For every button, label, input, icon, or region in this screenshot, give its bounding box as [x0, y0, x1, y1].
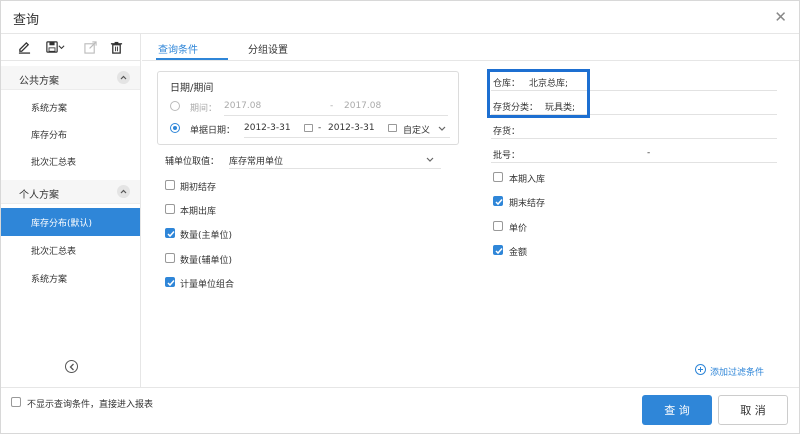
edit-icon[interactable] — [15, 38, 33, 56]
sidebar-item-personal-3[interactable]: 系统方案 — [1, 264, 140, 292]
period-radio[interactable] — [170, 101, 180, 111]
skip-query-label: 不显示查询条件，直接进入报表 — [27, 400, 154, 410]
period-to-input[interactable]: 2017.08 — [344, 101, 381, 111]
sidebar-item-label: 库存分布(默认) — [31, 219, 93, 229]
check-icon — [495, 248, 503, 255]
date-mode-select[interactable]: 自定义 — [403, 123, 430, 136]
closing-balance-checkbox[interactable] — [493, 196, 503, 206]
amount-checkbox[interactable] — [493, 245, 503, 255]
sidebar-item-personal-1[interactable]: 库存分布(默认) — [1, 208, 140, 236]
query-dialog: 查询 ✕ 公共方案 系统方案 库存分布 批次汇总表 个人方案 库存分布(默认) … — [0, 0, 800, 434]
sidebar-item-label: 系统方案 — [31, 104, 68, 114]
checkbox-label: 本期入库 — [509, 175, 546, 185]
period-outbound-checkbox[interactable] — [165, 204, 175, 214]
period-from-input[interactable]: 2017.08 — [224, 101, 261, 111]
highlight-box — [487, 69, 590, 118]
dialog-title: 查询 — [13, 13, 40, 28]
title-bar: 查询 ✕ — [1, 1, 799, 34]
chevron-down-icon[interactable] — [438, 126, 446, 132]
save-icon[interactable] — [43, 38, 67, 56]
close-icon[interactable]: ✕ — [774, 8, 787, 26]
trash-icon[interactable] — [107, 38, 125, 56]
aux-unit-label: 辅单位取值： — [165, 157, 220, 167]
document-date-label: 单据日期： — [190, 126, 236, 136]
check-icon — [167, 280, 175, 287]
public-scheme-header[interactable]: 公共方案 — [1, 66, 140, 90]
sidebar-item-label: 批次汇总表 — [31, 158, 77, 168]
share-icon[interactable] — [81, 38, 99, 56]
checkbox-label: 数量(辅单位) — [180, 256, 233, 266]
add-filter-link[interactable]: 添加过滤条件 — [710, 365, 764, 378]
chevron-up-icon[interactable] — [117, 185, 130, 198]
check-icon — [495, 199, 503, 206]
checkbox-label: 单价 — [509, 224, 528, 234]
checkbox-label: 金额 — [509, 248, 528, 258]
checkbox-label: 期初结存 — [180, 183, 217, 193]
checkbox-label: 数量(主单位) — [180, 231, 233, 241]
sidebar-item-label: 库存分布 — [31, 131, 68, 141]
batch-label: 批号： — [493, 151, 521, 161]
public-scheme-label: 公共方案 — [19, 76, 59, 87]
checkbox-label: 期末结存 — [509, 199, 546, 209]
sidebar-item-public-3[interactable]: 批次汇总表 — [1, 147, 140, 175]
scheme-toolbar — [1, 34, 140, 61]
period-inbound-checkbox[interactable] — [493, 172, 503, 182]
period-label: 期间： — [190, 104, 218, 114]
calendar-icon[interactable] — [388, 124, 397, 132]
tab-group-settings[interactable]: 分组设置 — [248, 41, 288, 56]
tab-query-conditions[interactable]: 查询条件 — [158, 41, 198, 56]
chevron-down-icon — [58, 44, 64, 49]
unit-combination-checkbox[interactable] — [165, 277, 175, 287]
personal-scheme-header[interactable]: 个人方案 — [1, 180, 140, 204]
period-separator: - — [330, 101, 334, 111]
date-section-title: 日期/期间 — [170, 83, 214, 94]
aux-unit-select[interactable]: 库存常用单位 — [229, 154, 283, 167]
checkbox-label: 本期出库 — [180, 207, 217, 217]
date-separator: - — [318, 123, 322, 133]
checkbox-label: 计量单位组合 — [180, 280, 235, 290]
personal-scheme-label: 个人方案 — [19, 190, 59, 201]
active-tab-indicator — [156, 58, 228, 60]
document-date-radio[interactable] — [170, 123, 180, 133]
date-to-input[interactable]: 2012-3-31 — [328, 123, 375, 133]
sidebar-item-public-1[interactable]: 系统方案 — [1, 93, 140, 121]
skip-query-checkbox[interactable] — [11, 397, 21, 407]
scheme-sidebar: 公共方案 系统方案 库存分布 批次汇总表 个人方案 库存分布(默认) 批次汇总表… — [1, 34, 141, 387]
cancel-button[interactable]: 取 消 — [718, 395, 788, 425]
batch-input[interactable] — [491, 162, 777, 163]
chevron-down-icon[interactable] — [426, 157, 434, 163]
batch-separator: - — [647, 148, 651, 158]
inventory-label: 存货： — [493, 127, 521, 137]
calendar-icon[interactable] — [304, 124, 313, 132]
collapse-sidebar-icon[interactable] — [65, 360, 78, 373]
sidebar-item-label: 系统方案 — [31, 275, 68, 285]
sidebar-item-public-2[interactable]: 库存分布 — [1, 120, 140, 148]
check-icon — [167, 231, 175, 238]
opening-balance-checkbox[interactable] — [165, 180, 175, 190]
tab-bar: 查询条件 分组设置 — [142, 34, 799, 61]
inventory-input[interactable] — [491, 138, 777, 139]
chevron-up-icon[interactable] — [117, 71, 130, 84]
add-circle-icon[interactable] — [695, 364, 706, 375]
sidebar-item-personal-2[interactable]: 批次汇总表 — [1, 236, 140, 264]
query-button[interactable]: 查 询 — [642, 395, 712, 425]
date-period-section: 日期/期间 期间： 2017.08 - 2017.08 单据日期： 2012-3… — [157, 71, 459, 145]
quantity-aux-unit-checkbox[interactable] — [165, 253, 175, 263]
unit-price-checkbox[interactable] — [493, 221, 503, 231]
date-from-input[interactable]: 2012-3-31 — [244, 123, 291, 133]
sidebar-item-label: 批次汇总表 — [31, 247, 77, 257]
quantity-main-unit-checkbox[interactable] — [165, 228, 175, 238]
